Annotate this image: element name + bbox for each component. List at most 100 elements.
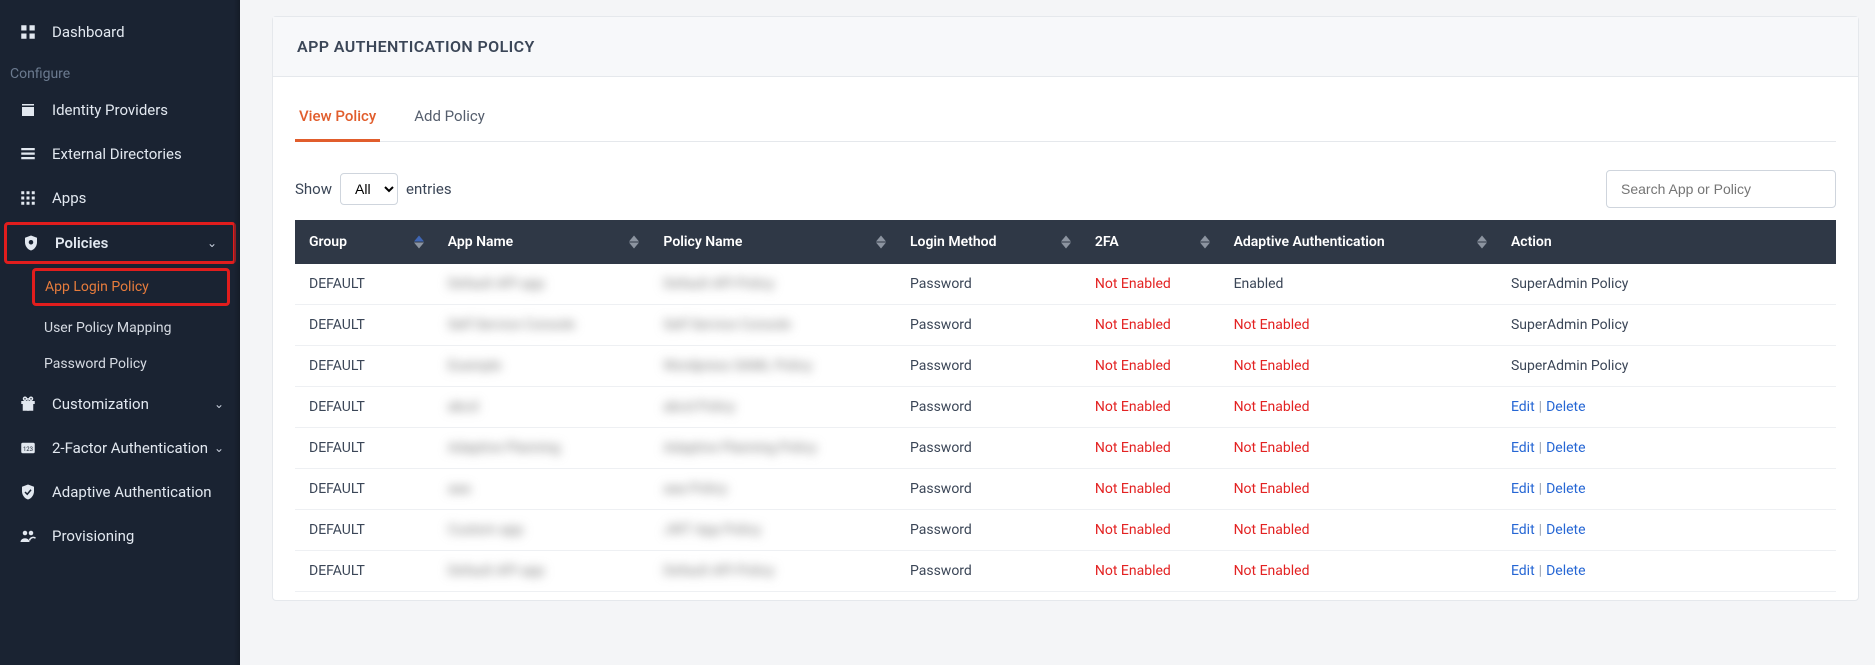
cell-login-method: Password — [896, 346, 1081, 387]
action-edit[interactable]: Edit — [1511, 481, 1535, 497]
action-edit[interactable]: Edit — [1511, 522, 1535, 538]
cell-app-name: Default API app — [434, 264, 650, 305]
sidebar-item-label: Customization — [52, 395, 149, 413]
sidebar-item-external-directories[interactable]: External Directories — [0, 132, 240, 176]
page-title: APP AUTHENTICATION POLICY — [273, 17, 1858, 77]
policy-panel: APP AUTHENTICATION POLICY View Policy Ad… — [272, 16, 1859, 601]
col-label: App Name — [448, 234, 514, 250]
sidebar-item-label: Adaptive Authentication — [52, 483, 212, 501]
table-row: DEFAULTDefault API appDefault API Policy… — [295, 264, 1836, 305]
cell-group: DEFAULT — [295, 305, 434, 346]
cell-adaptive: Not Enabled — [1220, 551, 1497, 592]
sidebar-item-label: Identity Providers — [52, 101, 168, 119]
table-row: DEFAULTaaaaaa PolicyPasswordNot EnabledN… — [295, 469, 1836, 510]
entries-select[interactable]: All — [340, 173, 398, 205]
policy-table: Group App Name — [295, 220, 1836, 592]
action-delete[interactable]: Delete — [1546, 481, 1585, 497]
cell-action: Edit|Delete — [1497, 469, 1836, 510]
users-sync-icon — [18, 526, 38, 546]
cell-group: DEFAULT — [295, 551, 434, 592]
sidebar-item-provisioning[interactable]: Provisioning — [0, 514, 240, 558]
cell-adaptive: Not Enabled — [1220, 346, 1497, 387]
sidebar-item-label: Dashboard — [52, 23, 125, 41]
action-edit[interactable]: Edit — [1511, 440, 1535, 456]
cell-login-method: Password — [896, 428, 1081, 469]
policy-tabs: View Policy Add Policy — [295, 107, 1836, 142]
sidebar: Dashboard Configure Identity Providers E… — [0, 0, 240, 665]
sidebar-item-apps[interactable]: Apps — [0, 176, 240, 220]
col-app-name[interactable]: App Name — [434, 220, 650, 264]
sort-icon — [629, 236, 639, 249]
tab-view-policy[interactable]: View Policy — [295, 107, 380, 142]
cell-app-name: aaa — [434, 469, 650, 510]
col-policy-name[interactable]: Policy Name — [649, 220, 896, 264]
cell-policy-name: Wordpress SAML Policy — [649, 346, 896, 387]
col-label: 2FA — [1095, 234, 1119, 250]
sidebar-subitem-user-policy-mapping[interactable]: User Policy Mapping — [4, 310, 240, 346]
col-adaptive-auth[interactable]: Adaptive Authentication — [1220, 220, 1497, 264]
action-delete[interactable]: Delete — [1546, 563, 1585, 579]
cell-login-method: Password — [896, 469, 1081, 510]
cell-action: Edit|Delete — [1497, 387, 1836, 428]
sidebar-item-label: External Directories — [52, 145, 182, 163]
cell-app-name: Example — [434, 346, 650, 387]
shield-icon — [21, 233, 41, 253]
cell-adaptive: Not Enabled — [1220, 305, 1497, 346]
col-label: Adaptive Authentication — [1234, 234, 1385, 250]
cell-group: DEFAULT — [295, 346, 434, 387]
action-delete[interactable]: Delete — [1546, 522, 1585, 538]
action-delete[interactable]: Delete — [1546, 440, 1585, 456]
sidebar-item-label: Policies — [55, 234, 108, 252]
action-edit[interactable]: Edit — [1511, 563, 1535, 579]
col-2fa[interactable]: 2FA — [1081, 220, 1220, 264]
sidebar-subitem-password-policy[interactable]: Password Policy — [4, 346, 240, 382]
sidebar-item-customization[interactable]: Customization ⌄ — [0, 382, 240, 426]
col-login-method[interactable]: Login Method — [896, 220, 1081, 264]
action-superadmin: SuperAdmin Policy — [1511, 317, 1628, 333]
cell-policy-name: Default API Policy — [649, 551, 896, 592]
table-row: DEFAULTExampleWordpress SAML PolicyPassw… — [295, 346, 1836, 387]
chevron-down-icon: ⌄ — [207, 236, 217, 250]
cell-adaptive: Not Enabled — [1220, 387, 1497, 428]
cell-group: DEFAULT — [295, 387, 434, 428]
search-input[interactable] — [1606, 170, 1836, 208]
sidebar-item-dashboard[interactable]: Dashboard — [0, 10, 240, 54]
show-label-post: entries — [406, 180, 452, 198]
action-edit[interactable]: Edit — [1511, 399, 1535, 415]
sidebar-item-policies[interactable]: Policies ⌄ — [4, 222, 236, 264]
table-row: DEFAULTAdaptive PlanningAdaptive Plannin… — [295, 428, 1836, 469]
dashboard-icon — [18, 22, 38, 42]
col-label: Action — [1511, 234, 1552, 250]
sort-icon — [876, 236, 886, 249]
cell-2fa: Not Enabled — [1081, 428, 1220, 469]
cell-adaptive: Enabled — [1220, 264, 1497, 305]
main-content: APP AUTHENTICATION POLICY View Policy Ad… — [240, 0, 1875, 665]
sidebar-item-label: App Login Policy — [45, 279, 149, 295]
sidebar-item-2fa[interactable]: 123 2-Factor Authentication ⌄ — [0, 426, 240, 470]
tab-add-policy[interactable]: Add Policy — [410, 107, 489, 142]
cell-action: SuperAdmin Policy — [1497, 264, 1836, 305]
table-row: DEFAULTCustom appJWT App PolicyPasswordN… — [295, 510, 1836, 551]
cell-2fa: Not Enabled — [1081, 551, 1220, 592]
table-row: DEFAULTDefault API appDefault API Policy… — [295, 551, 1836, 592]
sidebar-item-identity-providers[interactable]: Identity Providers — [0, 88, 240, 132]
sidebar-item-adaptive-auth[interactable]: Adaptive Authentication — [0, 470, 240, 514]
action-delete[interactable]: Delete — [1546, 399, 1585, 415]
gift-icon — [18, 394, 38, 414]
col-group[interactable]: Group — [295, 220, 434, 264]
sidebar-subitem-app-login-policy[interactable]: App Login Policy — [32, 268, 230, 306]
cell-adaptive: Not Enabled — [1220, 510, 1497, 551]
sidebar-item-label: Password Policy — [44, 356, 147, 372]
cell-policy-name: abcd Policy — [649, 387, 896, 428]
cell-action: Edit|Delete — [1497, 551, 1836, 592]
cell-adaptive: Not Enabled — [1220, 428, 1497, 469]
cell-adaptive: Not Enabled — [1220, 469, 1497, 510]
cell-policy-name: Self Service Console — [649, 305, 896, 346]
sort-icon — [1477, 236, 1487, 249]
cell-policy-name: Default API Policy — [649, 264, 896, 305]
svg-text:123: 123 — [23, 446, 33, 453]
chevron-down-icon: ⌄ — [214, 441, 224, 455]
keypad-icon: 123 — [18, 438, 38, 458]
cell-2fa: Not Enabled — [1081, 510, 1220, 551]
col-label: Group — [309, 234, 347, 250]
